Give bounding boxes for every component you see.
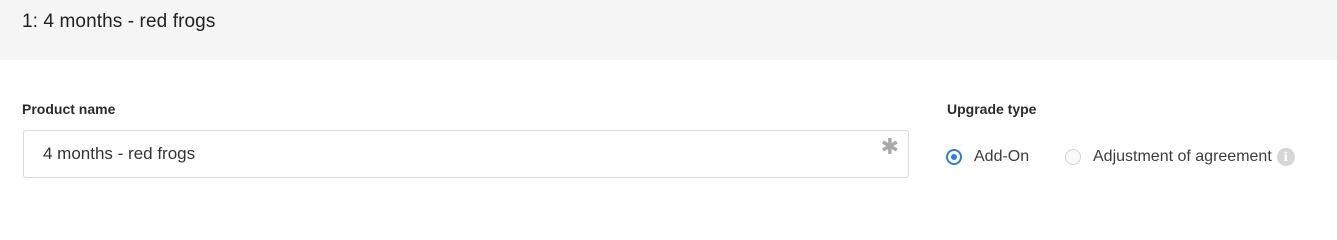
panel-header: 1: 4 months - red frogs: [0, 0, 1337, 60]
radio-label-add-on: Add-On: [974, 148, 1030, 165]
product-name-input[interactable]: [24, 131, 874, 177]
radio-option-add-on[interactable]: Add-On: [946, 146, 1029, 168]
radio-option-adjustment-of-agreement[interactable]: Adjustment of agreement i: [1065, 146, 1295, 168]
radio-label-adjustment-of-agreement: Adjustment of agreement: [1093, 148, 1272, 165]
upgrade-type-label: Upgrade type: [947, 101, 1037, 117]
product-panel: 1: 4 months - red frogs Product name ✱ U…: [0, 0, 1337, 202]
radio-button-unchecked[interactable]: [1065, 149, 1081, 165]
product-name-field[interactable]: ✱: [23, 130, 909, 178]
info-icon[interactable]: i: [1276, 148, 1295, 166]
asterisk-icon: ✱: [880, 135, 899, 160]
radio-button-checked[interactable]: [946, 149, 962, 165]
product-name-label: Product name: [22, 101, 116, 117]
panel-title: 1: 4 months - red frogs: [22, 11, 216, 32]
